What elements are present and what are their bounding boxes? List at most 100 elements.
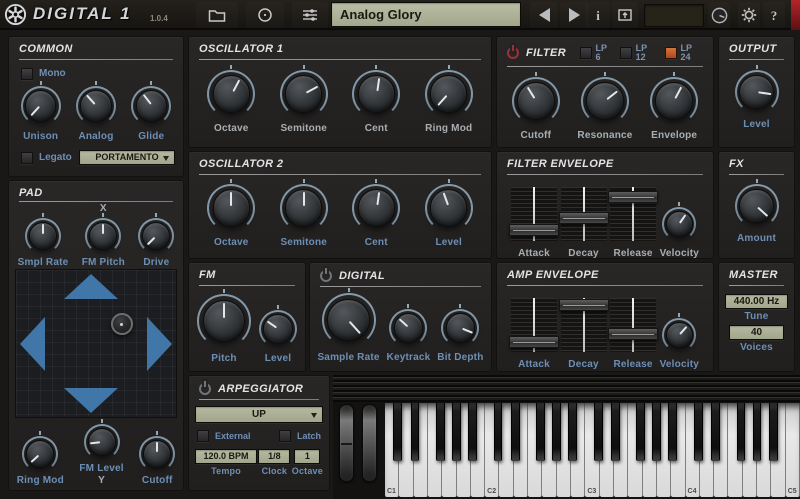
aenv-velocity-knob[interactable] bbox=[662, 318, 696, 352]
white-key[interactable]: C5 bbox=[786, 403, 800, 497]
filter-envelope-label: Envelope bbox=[651, 131, 697, 141]
black-key[interactable] bbox=[393, 403, 402, 461]
pad-left-arrow-icon[interactable] bbox=[20, 317, 45, 371]
black-key[interactable] bbox=[536, 403, 545, 461]
fm-pitch-knob[interactable] bbox=[197, 294, 251, 348]
filter-envelope-knob[interactable] bbox=[650, 77, 698, 125]
aenv-attack-slider[interactable] bbox=[511, 298, 557, 352]
filter-mode-lp24[interactable]: LP 24 bbox=[665, 44, 703, 62]
black-key[interactable] bbox=[436, 403, 445, 461]
black-key[interactable] bbox=[652, 403, 661, 461]
next-preset-button[interactable] bbox=[560, 2, 588, 28]
slider-handle[interactable] bbox=[509, 336, 559, 348]
voices-value-field[interactable]: 40 bbox=[729, 325, 784, 340]
slider-handle[interactable] bbox=[509, 224, 559, 236]
ring-mod-knob[interactable] bbox=[22, 436, 58, 472]
sample-rate-knob[interactable] bbox=[322, 293, 376, 347]
black-key[interactable] bbox=[668, 403, 677, 461]
pitch-wheel[interactable] bbox=[339, 404, 354, 482]
black-key[interactable] bbox=[753, 403, 762, 461]
mixer-button[interactable] bbox=[292, 2, 328, 28]
black-key[interactable] bbox=[468, 403, 477, 461]
black-key[interactable] bbox=[769, 403, 778, 461]
slider-handle[interactable] bbox=[559, 299, 609, 311]
black-key[interactable] bbox=[552, 403, 561, 461]
legato-checkbox[interactable]: Legato bbox=[21, 152, 72, 164]
mod-wheel[interactable] bbox=[362, 404, 377, 482]
slider-handle[interactable] bbox=[559, 212, 609, 224]
filter-mode-lp12[interactable]: LP 12 bbox=[620, 44, 658, 62]
xy-pad[interactable] bbox=[15, 269, 177, 418]
info-button[interactable]: i bbox=[586, 2, 610, 28]
black-key[interactable] bbox=[594, 403, 603, 461]
output-level-knob[interactable] bbox=[735, 70, 779, 114]
osc2-semitone-knob[interactable] bbox=[280, 184, 328, 232]
black-key[interactable] bbox=[511, 403, 520, 461]
smpl-rate-knob[interactable] bbox=[25, 218, 61, 254]
fenv-attack-slider[interactable] bbox=[511, 187, 557, 241]
arp-octave-field[interactable]: 1 bbox=[294, 449, 320, 464]
osc1-octave-knob[interactable] bbox=[207, 70, 255, 118]
osc1-semitone-knob[interactable] bbox=[280, 70, 328, 118]
osc2-cent-knob[interactable] bbox=[352, 184, 400, 232]
black-key[interactable] bbox=[494, 403, 503, 461]
arp-clock-field[interactable]: 1/8 bbox=[258, 449, 290, 464]
settings-button[interactable] bbox=[738, 2, 760, 28]
aenv-decay-slider[interactable] bbox=[561, 298, 607, 352]
black-key[interactable] bbox=[737, 403, 746, 461]
save-button[interactable] bbox=[612, 2, 638, 28]
arp-power-icon[interactable] bbox=[199, 383, 211, 395]
fm-pitch-knob[interactable] bbox=[85, 218, 121, 254]
black-key[interactable] bbox=[694, 403, 703, 461]
fenv-velocity-knob[interactable] bbox=[662, 207, 696, 241]
fenv-release-slider[interactable] bbox=[610, 187, 656, 241]
arp-latch-checkbox[interactable]: Latch bbox=[279, 430, 321, 442]
black-key[interactable] bbox=[611, 403, 620, 461]
black-key[interactable] bbox=[411, 403, 420, 461]
fenv-decay-slider[interactable] bbox=[561, 187, 607, 241]
osc2-level-knob[interactable] bbox=[425, 184, 473, 232]
keytrack-knob[interactable] bbox=[389, 309, 427, 347]
pad-right-arrow-icon[interactable] bbox=[147, 317, 172, 371]
keyboard[interactable]: C1C2C3C4C5 bbox=[385, 403, 800, 497]
folder-button[interactable] bbox=[196, 2, 238, 28]
pad-up-arrow-icon[interactable] bbox=[64, 274, 118, 299]
drive-knob[interactable] bbox=[138, 218, 174, 254]
glide-knob[interactable] bbox=[131, 86, 171, 126]
xy-pad-puck[interactable] bbox=[111, 313, 133, 335]
slider-handle[interactable] bbox=[608, 191, 658, 203]
slider-handle[interactable] bbox=[608, 328, 658, 340]
aenv-release-slider[interactable] bbox=[610, 298, 656, 352]
arp-tempo-field[interactable]: 120.0 BPM bbox=[195, 449, 257, 464]
filter-cutoff-knob[interactable] bbox=[512, 77, 560, 125]
analog-knob[interactable] bbox=[76, 86, 116, 126]
black-key[interactable] bbox=[636, 403, 645, 461]
mono-checkbox[interactable]: Mono bbox=[21, 68, 171, 80]
osc1-cent-knob[interactable] bbox=[352, 70, 400, 118]
power-button[interactable] bbox=[246, 2, 284, 28]
cutoff-knob[interactable] bbox=[139, 436, 175, 472]
black-key[interactable] bbox=[568, 403, 577, 461]
black-key[interactable] bbox=[711, 403, 720, 461]
arp-external-checkbox[interactable]: External bbox=[197, 430, 251, 442]
help-button[interactable]: ? bbox=[763, 2, 785, 28]
osc2-octave-knob[interactable] bbox=[207, 184, 255, 232]
osc1-ring-mod-knob[interactable] bbox=[425, 70, 473, 118]
pad-down-arrow-icon[interactable] bbox=[64, 388, 118, 413]
prev-preset-button[interactable] bbox=[530, 2, 558, 28]
digital-power-icon[interactable] bbox=[320, 270, 332, 282]
filter-resonance-knob[interactable] bbox=[581, 77, 629, 125]
filter-power-icon[interactable] bbox=[507, 47, 519, 59]
fm-level-knob[interactable] bbox=[84, 424, 120, 460]
glide-mode-dropdown[interactable]: PORTAMENTO bbox=[79, 150, 175, 165]
unison-knob[interactable] bbox=[21, 86, 61, 126]
preset-display[interactable]: Analog Glory bbox=[331, 2, 521, 27]
master-volume-knob[interactable] bbox=[708, 2, 730, 28]
arp-mode-dropdown[interactable]: UP bbox=[195, 406, 323, 423]
bit-depth-knob[interactable] bbox=[441, 309, 479, 347]
fx-amount-knob[interactable] bbox=[735, 184, 779, 228]
filter-mode-lp6[interactable]: LP 6 bbox=[580, 44, 613, 62]
fm-level-knob[interactable] bbox=[259, 310, 297, 348]
black-key[interactable] bbox=[452, 403, 461, 461]
tune-value-field[interactable]: 440.00 Hz bbox=[725, 294, 788, 309]
